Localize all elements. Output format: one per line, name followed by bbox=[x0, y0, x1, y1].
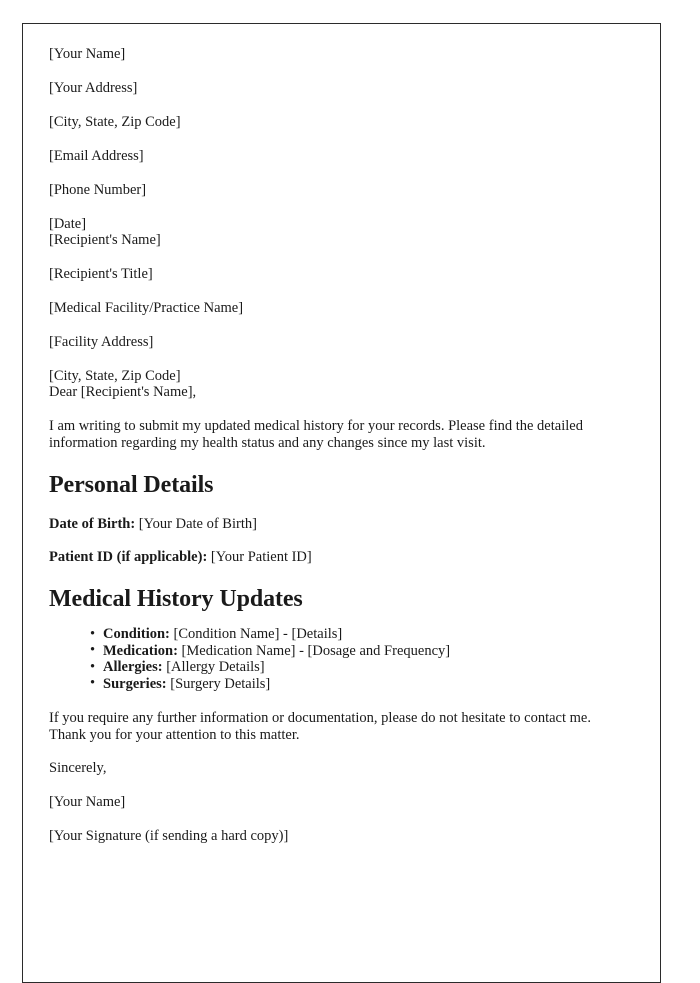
list-item-value: [Condition Name] - [Details] bbox=[169, 626, 343, 642]
sender-block: [Your Name] [Your Address] [City, State,… bbox=[49, 46, 634, 232]
intro-paragraph: I am writing to submit my updated medica… bbox=[49, 418, 583, 451]
sender-email: [Email Address] bbox=[49, 148, 144, 164]
field-patient-id: Patient ID (if applicable): [Your Patien… bbox=[49, 549, 634, 565]
recipient-facility-address: [Facility Address] bbox=[49, 334, 154, 350]
sender-city-state-zip: [City, State, Zip Code] bbox=[49, 114, 181, 130]
list-item-label: Condition: bbox=[103, 626, 170, 642]
list-item: Surgeries: [Surgery Details] bbox=[90, 675, 634, 693]
list-item-value: [Allergy Details] bbox=[162, 659, 265, 675]
medical-history-heading: Medical History Updates bbox=[49, 586, 303, 612]
sender-address: [Your Address] bbox=[49, 80, 138, 96]
recipient-city-state-zip: [City, State, Zip Code] bbox=[49, 368, 181, 384]
recipient-title: [Recipient's Title] bbox=[49, 266, 153, 282]
list-item-value: [Medication Name] - [Dosage and Frequenc… bbox=[177, 642, 451, 659]
letter-body: [Your Name] [Your Address] [City, State,… bbox=[23, 24, 660, 844]
field-date-of-birth: Date of Birth: [Your Date of Birth] bbox=[49, 516, 634, 532]
sender-phone: [Phone Number] bbox=[49, 182, 147, 198]
list-item-label: Surgeries: bbox=[103, 675, 167, 692]
list-item: Medication: [Medication Name] - [Dosage … bbox=[90, 642, 634, 660]
field-label: Date of Birth: bbox=[49, 516, 136, 532]
field-value: [Your Date of Birth] bbox=[135, 516, 257, 532]
list-item: Condition: [Condition Name] - [Details] bbox=[90, 626, 634, 643]
signature-name: [Your Name] bbox=[49, 794, 126, 810]
list-item-label: Medication: bbox=[103, 642, 178, 659]
sign-off: Sincerely, bbox=[49, 760, 107, 776]
recipient-name: [Recipient's Name] bbox=[49, 232, 161, 248]
salutation: Dear [Recipient's Name], bbox=[49, 384, 197, 400]
letter-date: [Date] bbox=[49, 216, 87, 232]
field-label: Patient ID (if applicable): bbox=[49, 549, 208, 565]
list-item: Allergies: [Allergy Details] bbox=[90, 659, 634, 676]
medical-history-list: Condition: [Condition Name] - [Details] … bbox=[49, 626, 634, 692]
list-item-value: [Surgery Details] bbox=[166, 675, 271, 692]
sender-name: [Your Name] bbox=[49, 46, 126, 62]
document-page: [Your Name] [Your Address] [City, State,… bbox=[22, 23, 661, 983]
closing-paragraph: If you require any further information o… bbox=[49, 710, 591, 743]
list-item-label: Allergies: bbox=[103, 659, 163, 675]
recipient-facility: [Medical Facility/Practice Name] bbox=[49, 300, 244, 316]
recipient-block: [Recipient's Name] [Recipient's Title] [… bbox=[49, 232, 634, 384]
personal-details-heading: Personal Details bbox=[49, 472, 214, 498]
signature-note: [Your Signature (if sending a hard copy)… bbox=[49, 828, 289, 844]
field-value: [Your Patient ID] bbox=[207, 549, 312, 565]
